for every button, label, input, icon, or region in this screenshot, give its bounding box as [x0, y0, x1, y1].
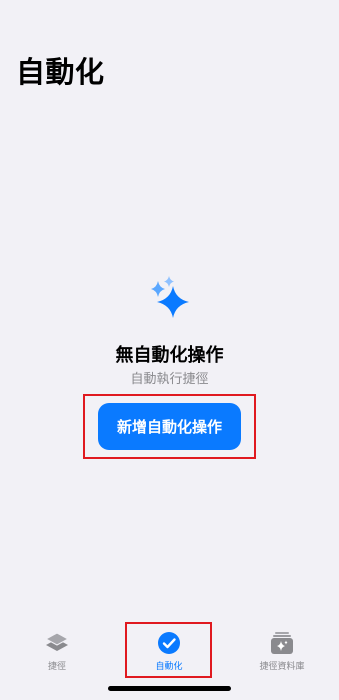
tab-shortcuts[interactable]: 捷徑 — [12, 630, 102, 674]
home-indicator — [108, 686, 231, 691]
tab-shortcuts-label: 捷徑 — [47, 662, 66, 672]
tab-gallery[interactable]: 捷徑資料庫 — [237, 630, 327, 674]
add-automation-button[interactable]: 新增自動化操作 — [98, 403, 241, 450]
automation-screen: 自動化 無自動化操作 自動執行捷徑 新增自動化操作 捷徑 自動化 捷徑資料庫 — [0, 0, 339, 700]
tab-gallery-label: 捷徑資料庫 — [259, 662, 305, 672]
empty-state-title: 無自動化操作 — [115, 345, 224, 366]
tab-highlight-box — [125, 622, 212, 678]
gallery-sparkle-icon — [271, 632, 293, 654]
stacked-layers-icon — [44, 632, 70, 651]
page-title: 自動化 — [16, 55, 105, 89]
sparkles-icon — [151, 276, 189, 318]
empty-state-subtitle: 自動執行捷徑 — [130, 372, 209, 387]
